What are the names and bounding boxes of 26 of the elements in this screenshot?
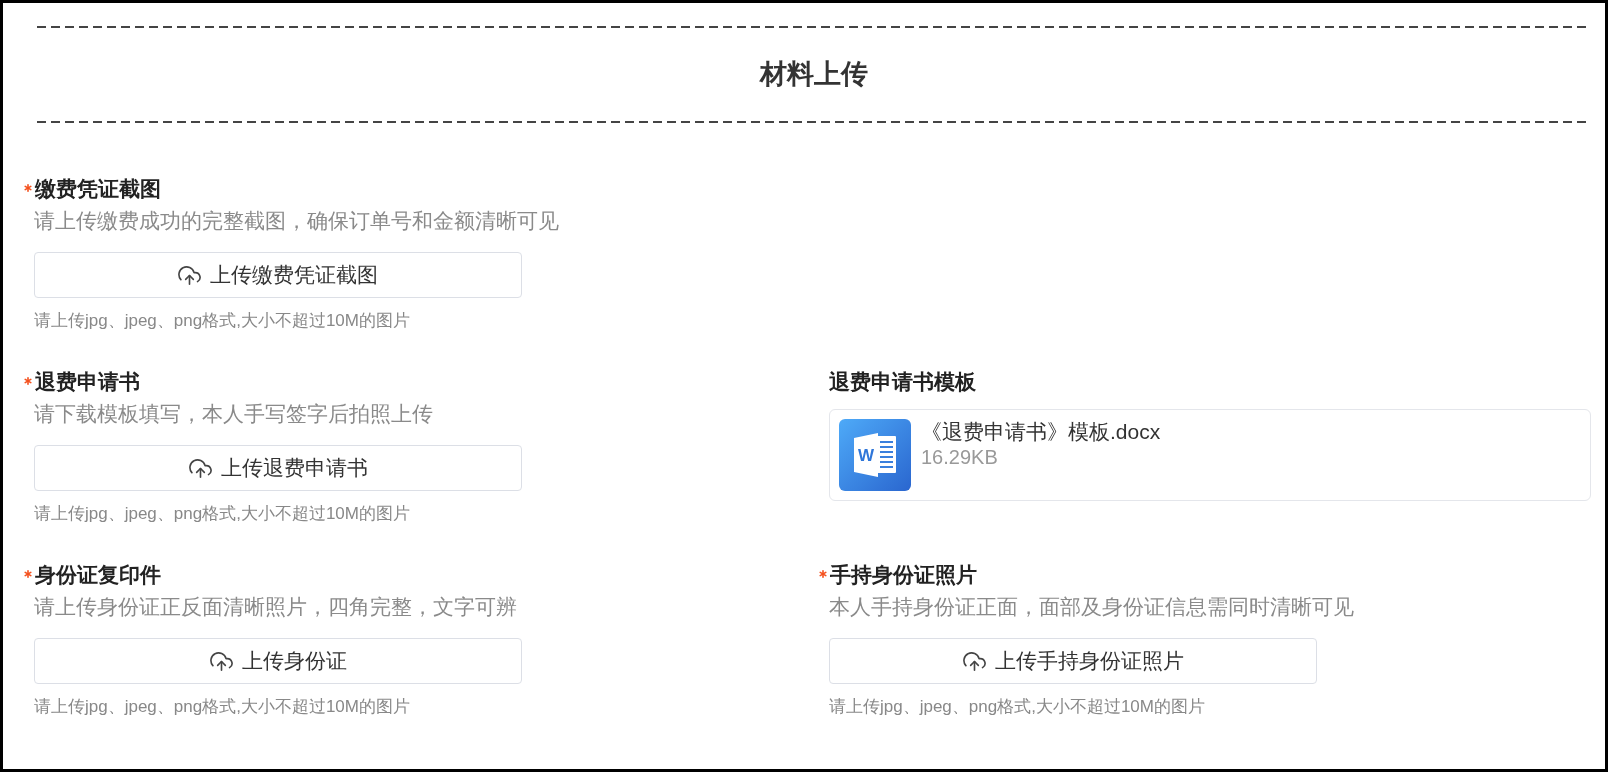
upload-button[interactable]: 上传身份证 <box>34 638 522 684</box>
cloud-upload-icon <box>962 651 986 671</box>
format-hint: 请上传jpg、jpeg、png格式,大小不超过10M的图片 <box>829 696 1206 718</box>
file-card[interactable]: W 《退费申请书》模板.docx 16.29KB <box>829 409 1591 501</box>
field-description: 请下载模板填写，本人手写签字后拍照上传 <box>34 401 434 427</box>
upload-button[interactable]: 上传退费申请书 <box>34 445 522 491</box>
field-label: 手持身份证照片 <box>830 562 977 588</box>
document-icon: W <box>839 419 911 491</box>
cloud-upload-icon <box>209 651 233 671</box>
upload-button[interactable]: 上传缴费凭证截图 <box>34 252 522 298</box>
field-label: 退费申请书 <box>35 369 140 395</box>
field-description: 请上传身份证正反面清晰照片，四角完整，文字可辨 <box>34 594 518 620</box>
cloud-upload-icon <box>178 265 201 285</box>
cloud-upload-icon <box>188 458 212 478</box>
file-size: 16.29KB <box>921 445 998 470</box>
field-description: 请上传缴费成功的完整截图，确保订单号和金额清晰可见 <box>34 208 560 234</box>
field-label: 缴费凭证截图 <box>35 176 161 202</box>
format-hint: 请上传jpg、jpeg、png格式,大小不超过10M的图片 <box>34 503 411 525</box>
upload-button[interactable]: 上传手持身份证照片 <box>829 638 1317 684</box>
field-label: 身份证复印件 <box>35 562 161 588</box>
page-title: 材料上传 <box>759 58 868 91</box>
field-description: 本人手持身份证正面，面部及身份证信息需同时清晰可见 <box>829 594 1355 620</box>
field-label: 退费申请书模板 <box>829 369 976 395</box>
file-name: 《退费申请书》模板.docx <box>921 419 1161 445</box>
format-hint: 请上传jpg、jpeg、png格式,大小不超过10M的图片 <box>34 696 411 718</box>
format-hint: 请上传jpg、jpeg、png格式,大小不超过10M的图片 <box>34 310 411 332</box>
